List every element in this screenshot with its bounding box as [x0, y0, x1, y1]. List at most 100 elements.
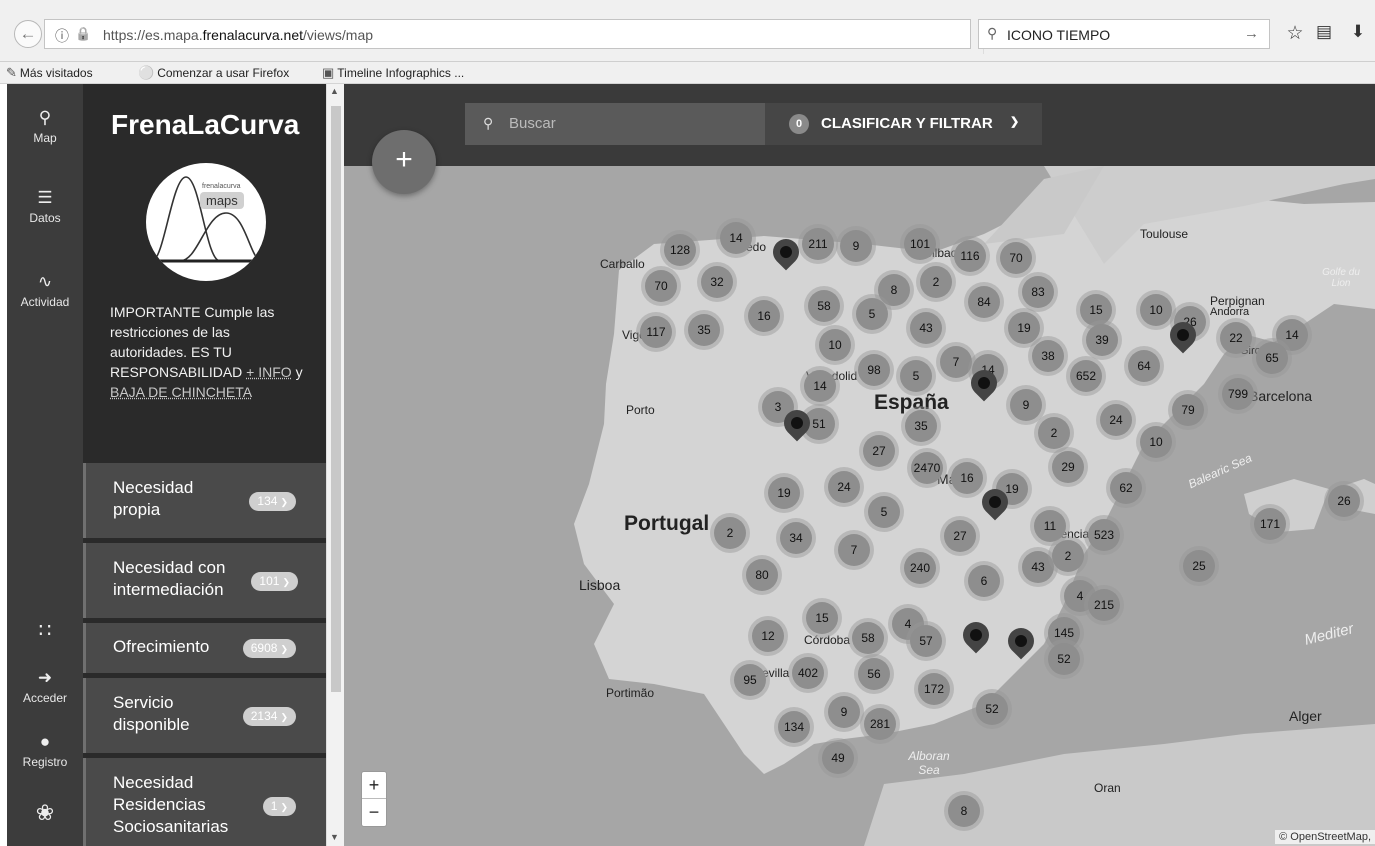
cluster-marker[interactable]: 211: [802, 228, 834, 260]
cluster-marker[interactable]: 5: [856, 298, 888, 330]
add-button[interactable]: +: [372, 130, 436, 194]
cluster-marker[interactable]: 19: [1008, 312, 1040, 344]
scroll-down-icon[interactable]: ▼: [330, 832, 339, 842]
map-attribution[interactable]: © OpenStreetMap,: [1275, 830, 1375, 844]
zoom-in-button[interactable]: +: [362, 772, 386, 799]
bookmark-timeline[interactable]: ▣ Timeline Infographics ...: [322, 65, 464, 81]
cluster-marker[interactable]: 26: [1328, 485, 1360, 517]
cluster-marker[interactable]: 6: [968, 565, 1000, 597]
cluster-marker[interactable]: 523: [1088, 519, 1120, 551]
sidebar-scrollbar[interactable]: ▲ ▼: [326, 84, 344, 846]
cluster-marker[interactable]: 98: [858, 354, 890, 386]
cluster-marker[interactable]: 281: [864, 708, 896, 740]
cluster-marker[interactable]: 62: [1110, 472, 1142, 504]
cluster-marker[interactable]: 57: [910, 625, 942, 657]
filter-necesidad-intermediacion[interactable]: Necesidad con intermediación 101 ❯: [83, 543, 326, 618]
cluster-marker[interactable]: 64: [1128, 350, 1160, 382]
cluster-marker[interactable]: 24: [828, 471, 860, 503]
info-icon[interactable]: ⓘ: [55, 26, 69, 46]
cluster-marker[interactable]: 43: [1022, 551, 1054, 583]
cluster-marker[interactable]: 70: [645, 270, 677, 302]
sort-filter-button[interactable]: 0 CLASIFICAR Y FILTRAR ❯: [765, 103, 1042, 145]
filter-necesidad-propia[interactable]: Necesidad propia 134 ❯: [83, 463, 326, 538]
download-icon[interactable]: ⬇: [1346, 22, 1370, 42]
cluster-marker[interactable]: 16: [951, 462, 983, 494]
cluster-marker[interactable]: 12: [752, 620, 784, 652]
cluster-marker[interactable]: 134: [778, 711, 810, 743]
rail-datos[interactable]: ☰ Datos: [7, 188, 83, 225]
rail-actividad[interactable]: ∿ Actividad: [7, 272, 83, 309]
map-search-input[interactable]: ⚲ Buscar: [465, 103, 765, 145]
more-info-link[interactable]: + INFO: [246, 364, 292, 380]
cluster-marker[interactable]: 10: [1140, 294, 1172, 326]
zoom-out-button[interactable]: −: [362, 799, 386, 826]
cluster-marker[interactable]: 80: [746, 559, 778, 591]
cluster-marker[interactable]: 84: [968, 286, 1000, 318]
cluster-marker[interactable]: 5: [868, 496, 900, 528]
apps-grid[interactable]: ∷: [7, 618, 83, 646]
cluster-marker[interactable]: 128: [664, 234, 696, 266]
cluster-marker[interactable]: 14: [804, 370, 836, 402]
cluster-marker[interactable]: 9: [1010, 389, 1042, 421]
cluster-marker[interactable]: 116: [954, 240, 986, 272]
cluster-marker[interactable]: 25: [1183, 550, 1215, 582]
bookmark-star-icon[interactable]: ☆: [1283, 22, 1307, 45]
filter-ofrecimiento[interactable]: Ofrecimiento 6908 ❯: [83, 623, 326, 673]
cluster-marker[interactable]: 7: [838, 534, 870, 566]
cluster-marker[interactable]: 52: [976, 693, 1008, 725]
cluster-marker[interactable]: 58: [808, 290, 840, 322]
filter-count-badge[interactable]: 6908 ❯: [242, 639, 296, 658]
cluster-marker[interactable]: 58: [852, 622, 884, 654]
go-arrow-icon[interactable]: →: [1244, 25, 1259, 42]
cluster-marker[interactable]: 799: [1222, 378, 1254, 410]
cluster-marker[interactable]: 14: [720, 222, 752, 254]
cluster-marker[interactable]: 79: [1172, 394, 1204, 426]
bookmark-firefox[interactable]: ⚪ Comenzar a usar Firefox: [138, 65, 289, 81]
cluster-marker[interactable]: 652: [1070, 360, 1102, 392]
cluster-marker[interactable]: 24: [1100, 404, 1132, 436]
brand-title[interactable]: FrenaLaCurva: [111, 109, 299, 141]
cluster-marker[interactable]: 38: [1032, 340, 1064, 372]
rail-map[interactable]: ⚲ Map: [7, 108, 83, 145]
rail-avatar[interactable]: ❀: [7, 800, 83, 829]
cluster-marker[interactable]: 117: [640, 316, 672, 348]
cluster-marker[interactable]: 2: [1038, 417, 1070, 449]
cluster-marker[interactable]: 101: [904, 228, 936, 260]
cluster-marker[interactable]: 215: [1088, 589, 1120, 621]
cluster-marker[interactable]: 15: [806, 602, 838, 634]
filter-residencias[interactable]: Necesidad Residencias Sociosanitarias 1 ❯: [83, 758, 326, 846]
cluster-marker[interactable]: 15: [1080, 294, 1112, 326]
cluster-marker[interactable]: 56: [858, 658, 890, 690]
scrollbar-thumb[interactable]: [331, 106, 341, 692]
cluster-marker[interactable]: 2470: [911, 452, 943, 484]
url-text[interactable]: https://es.mapa.frenalacurva.net/views/m…: [103, 27, 373, 43]
cluster-marker[interactable]: 43: [910, 312, 942, 344]
filter-count-badge[interactable]: 101 ❯: [251, 572, 298, 591]
cluster-marker[interactable]: 402: [792, 657, 824, 689]
cluster-marker[interactable]: 2: [1052, 540, 1084, 572]
back-button[interactable]: ←: [14, 20, 42, 48]
cluster-marker[interactable]: 11: [1034, 510, 1066, 542]
cluster-marker[interactable]: 10: [1140, 426, 1172, 458]
browser-search-input[interactable]: ⚲ ICONO TIEMPO →: [978, 19, 1270, 49]
filter-count-badge[interactable]: 2134 ❯: [242, 707, 296, 726]
cluster-marker[interactable]: 65: [1256, 342, 1288, 374]
cluster-marker[interactable]: 49: [822, 742, 854, 774]
filter-count-badge[interactable]: 134 ❯: [249, 492, 296, 511]
cluster-marker[interactable]: 95: [734, 664, 766, 696]
cluster-marker[interactable]: 5: [900, 360, 932, 392]
cluster-marker[interactable]: 27: [944, 520, 976, 552]
cluster-marker[interactable]: 22: [1220, 322, 1252, 354]
cluster-marker[interactable]: 35: [688, 314, 720, 346]
cluster-marker[interactable]: 34: [780, 522, 812, 554]
cluster-marker[interactable]: 9: [840, 230, 872, 262]
cluster-marker[interactable]: 29: [1052, 451, 1084, 483]
cluster-marker[interactable]: 2: [714, 517, 746, 549]
bookmark-mas-visitados[interactable]: ✎ Más visitados: [6, 65, 93, 81]
cluster-marker[interactable]: 39: [1086, 324, 1118, 356]
cluster-marker[interactable]: 19: [768, 477, 800, 509]
filter-count-badge[interactable]: 1 ❯: [262, 797, 296, 816]
cluster-marker[interactable]: 9: [828, 696, 860, 728]
cluster-marker[interactable]: 32: [701, 266, 733, 298]
cluster-marker[interactable]: 27: [863, 435, 895, 467]
